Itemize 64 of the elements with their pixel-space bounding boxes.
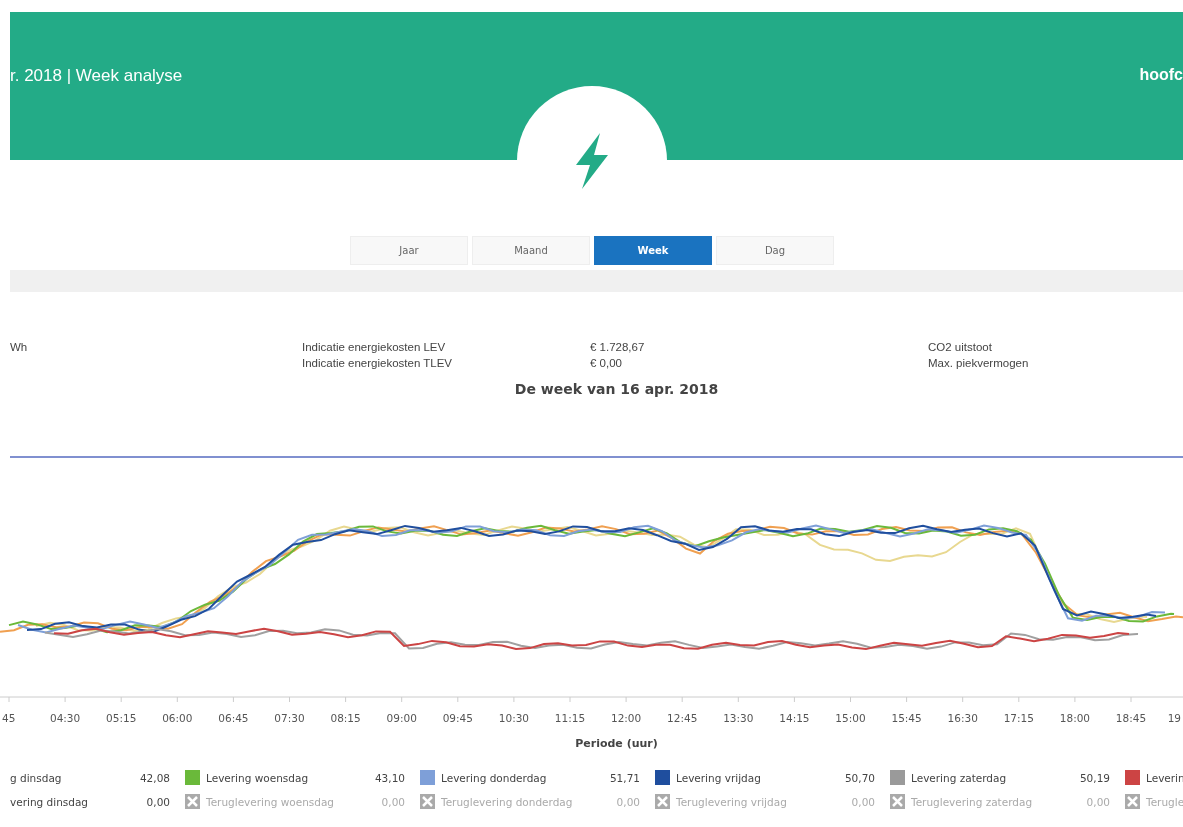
legend-value: 0,00 [146,795,170,808]
page-title: r. 2018 | Week analyse [10,66,183,86]
stat-label: Max. piekvermogen [928,357,1030,369]
legend-value: 50,70 [844,771,875,784]
axis-label: 18:45 [1115,712,1147,724]
hidden-series-icon[interactable] [1125,794,1140,809]
axis-label: 13:30 [723,712,754,724]
axis-label: 19 [1167,712,1181,724]
legend-swatch[interactable] [420,770,435,785]
legend-value: 0,00 [381,795,405,808]
legend-label[interactable]: g dinsdag [10,771,62,784]
axis-label: 17:15 [1003,712,1034,724]
legend-label[interactable]: Levering woensdag [206,771,309,784]
axis-label: 09:45 [442,712,473,724]
period-tab[interactable]: Week [594,236,712,265]
legend-swatch[interactable] [185,770,200,785]
legend-label[interactable]: Levering donderdag [441,771,547,784]
axis-label: 16:30 [947,712,978,724]
stat-value: € 1.728,67 [590,341,646,353]
axis-label: 14:15 [779,712,810,724]
axis-label: 18:00 [1059,712,1091,724]
legend-label[interactable]: Levering vrijdag [676,771,761,784]
axis-label: 07:30 [274,712,305,724]
axis-label: 11:15 [554,712,586,724]
period-tab[interactable]: Dag [716,236,834,265]
legend-swatch[interactable] [1125,770,1140,785]
legend-swatch[interactable] [890,770,905,785]
legend-label[interactable]: vering dinsdag [10,795,89,808]
stat-label: Indicatie energiekosten TLEV [302,357,454,369]
axis-label: 05:15 [106,712,137,724]
chart-title: De week van 16 apr. 2018 [513,381,720,397]
axis-label: 06:00 [162,712,193,724]
hidden-series-icon[interactable] [890,794,905,809]
legend-value: 0,00 [851,795,875,808]
legend-value: 51,71 [609,771,640,784]
axis-label: 45 [2,712,16,724]
axis-label: 08:15 [330,712,361,724]
stat-label: CO2 uitstoot [928,341,993,353]
axis-label: 04:30 [49,712,81,724]
period-tab[interactable]: Maand [472,236,590,265]
legend-value: 0,00 [616,795,640,808]
axis-label: 10:30 [498,712,530,724]
axis-label: 15:45 [891,712,922,724]
axis-label: 15:00 [835,712,866,724]
axis-label: 06:45 [218,712,249,724]
legend-label[interactable]: Levering zaterdag [911,771,1007,784]
legend-value: 42,08 [139,771,170,784]
hidden-series-icon[interactable] [185,794,200,809]
axis-title: Periode (uur) [574,737,659,750]
stat-unit: Wh [10,341,29,353]
legend-swatch[interactable] [655,770,670,785]
stat-label: Indicatie energiekosten LEV [302,341,447,353]
axis-label: 12:45 [667,712,698,724]
axis-label: 12:00 [610,712,642,724]
user-name[interactable]: hoofc [1139,66,1183,84]
legend-value: 0,00 [1086,795,1110,808]
stat-value: € 0,00 [590,357,623,369]
legend-label[interactable]: Leverin [1146,771,1183,784]
axis-label: 09:00 [386,712,417,724]
period-tab[interactable]: Jaar [350,236,468,265]
legend-value: 43,10 [374,771,405,784]
legend-value: 50,19 [1079,771,1110,784]
hidden-series-icon[interactable] [655,794,670,809]
hidden-series-icon[interactable] [420,794,435,809]
